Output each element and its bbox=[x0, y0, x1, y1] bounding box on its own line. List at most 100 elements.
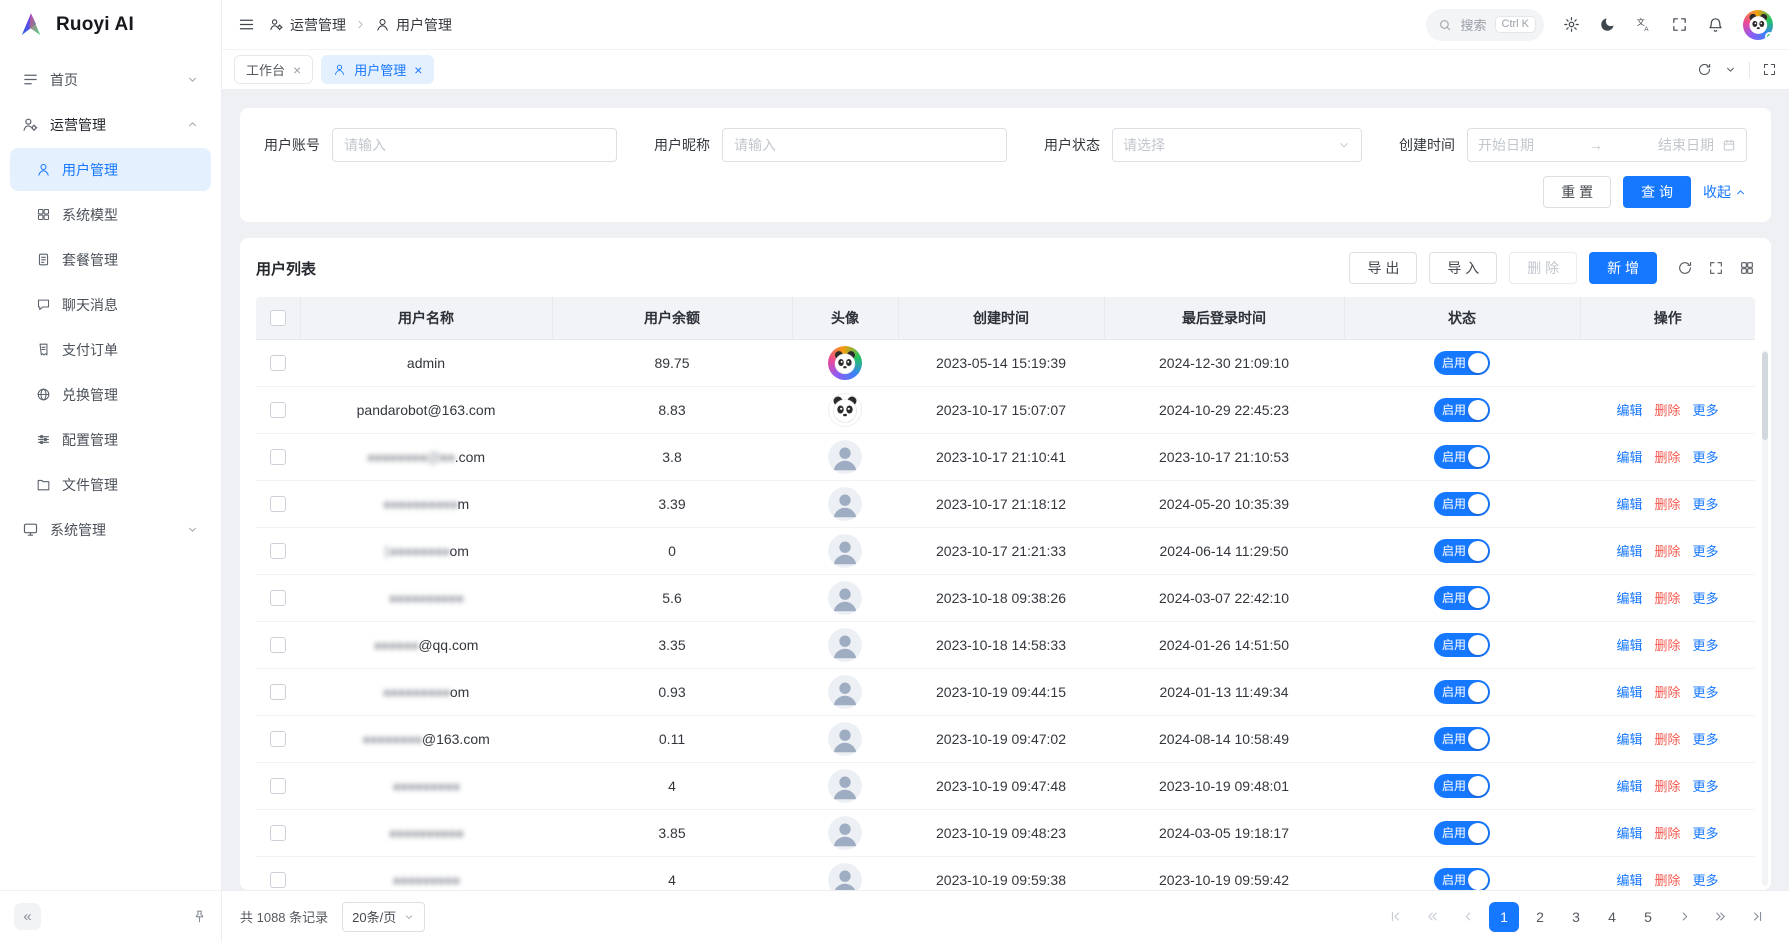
row-checkbox[interactable] bbox=[270, 402, 286, 418]
more-link[interactable]: 更多 bbox=[1693, 450, 1719, 465]
scrollbar-thumb[interactable] bbox=[1762, 352, 1768, 440]
sidebar-item-exchange-management[interactable]: 兑换管理 bbox=[10, 373, 211, 416]
breadcrumb-operations[interactable]: 运营管理 bbox=[269, 15, 346, 35]
import-button[interactable]: 导 入 bbox=[1429, 252, 1497, 284]
pin-icon[interactable] bbox=[192, 909, 207, 924]
sidebar-item-operations[interactable]: 运营管理 bbox=[10, 103, 211, 146]
edit-link[interactable]: 编辑 bbox=[1616, 544, 1642, 559]
status-toggle[interactable]: 启用 bbox=[1434, 586, 1490, 610]
row-checkbox[interactable] bbox=[270, 449, 286, 465]
sidebar-item-system-model[interactable]: 系统模型 bbox=[10, 193, 211, 236]
sidebar-item-system[interactable]: 系统管理 bbox=[10, 508, 211, 551]
dark-mode-moon-icon[interactable] bbox=[1599, 16, 1616, 33]
more-link[interactable]: 更多 bbox=[1693, 497, 1719, 512]
delete-link[interactable]: 删除 bbox=[1654, 544, 1680, 559]
row-checkbox[interactable] bbox=[270, 355, 286, 371]
more-link[interactable]: 更多 bbox=[1693, 591, 1719, 606]
edit-link[interactable]: 编辑 bbox=[1616, 497, 1642, 512]
status-toggle[interactable]: 启用 bbox=[1434, 774, 1490, 798]
delete-link[interactable]: 删除 bbox=[1654, 732, 1680, 747]
sidebar-item-package-management[interactable]: 套餐管理 bbox=[10, 238, 211, 281]
page-button-1[interactable]: 1 bbox=[1489, 902, 1519, 932]
add-button[interactable]: 新 增 bbox=[1589, 252, 1657, 284]
table-scrollbar[interactable] bbox=[1762, 350, 1768, 886]
nickname-input[interactable] bbox=[722, 128, 1007, 162]
edit-link[interactable]: 编辑 bbox=[1616, 450, 1642, 465]
more-link[interactable]: 更多 bbox=[1693, 732, 1719, 747]
more-link[interactable]: 更多 bbox=[1693, 544, 1719, 559]
select-all-checkbox[interactable] bbox=[270, 310, 286, 326]
row-checkbox[interactable] bbox=[270, 872, 286, 888]
tab-user-management[interactable]: 用户管理 × bbox=[321, 55, 434, 84]
delete-link[interactable]: 删除 bbox=[1654, 403, 1680, 418]
more-link[interactable]: 更多 bbox=[1693, 826, 1719, 841]
pagination-next-double-button[interactable] bbox=[1705, 902, 1735, 932]
sidebar-item-user-management[interactable]: 用户管理 bbox=[10, 148, 211, 191]
notifications-bell-icon[interactable] bbox=[1707, 16, 1724, 33]
tab-workbench[interactable]: 工作台 × bbox=[234, 55, 313, 84]
delete-link[interactable]: 删除 bbox=[1654, 591, 1680, 606]
edit-link[interactable]: 编辑 bbox=[1616, 873, 1642, 888]
row-checkbox[interactable] bbox=[270, 543, 286, 559]
page-button-3[interactable]: 3 bbox=[1561, 902, 1591, 932]
delete-link[interactable]: 删除 bbox=[1654, 685, 1680, 700]
sidebar-item-config-management[interactable]: 配置管理 bbox=[10, 418, 211, 461]
status-toggle[interactable]: 启用 bbox=[1434, 868, 1490, 891]
edit-link[interactable]: 编辑 bbox=[1616, 403, 1642, 418]
pagination-next-button[interactable] bbox=[1669, 902, 1699, 932]
sidebar-item-payment-orders[interactable]: 支付订单 bbox=[10, 328, 211, 371]
status-select[interactable]: 请选择 bbox=[1112, 128, 1362, 162]
edit-link[interactable]: 编辑 bbox=[1616, 685, 1642, 700]
status-toggle[interactable]: 启用 bbox=[1434, 539, 1490, 563]
edit-link[interactable]: 编辑 bbox=[1616, 779, 1642, 794]
refresh-icon[interactable] bbox=[1677, 260, 1693, 276]
status-toggle[interactable]: 启用 bbox=[1434, 398, 1490, 422]
collapse-filter-link[interactable]: 收起 bbox=[1703, 182, 1747, 202]
delete-link[interactable]: 删除 bbox=[1654, 826, 1680, 841]
edit-link[interactable]: 编辑 bbox=[1616, 591, 1642, 606]
maximize-icon[interactable] bbox=[1762, 62, 1777, 77]
more-link[interactable]: 更多 bbox=[1693, 779, 1719, 794]
close-icon[interactable]: × bbox=[293, 63, 301, 77]
row-checkbox[interactable] bbox=[270, 637, 286, 653]
status-toggle[interactable]: 启用 bbox=[1434, 821, 1490, 845]
query-button[interactable]: 查 询 bbox=[1623, 176, 1691, 208]
row-checkbox[interactable] bbox=[270, 684, 286, 700]
status-toggle[interactable]: 启用 bbox=[1434, 727, 1490, 751]
export-button[interactable]: 导 出 bbox=[1349, 252, 1417, 284]
sidebar-item-chat-messages[interactable]: 聊天消息 bbox=[10, 283, 211, 326]
row-checkbox[interactable] bbox=[270, 590, 286, 606]
page-size-select[interactable]: 20条/页 bbox=[342, 902, 425, 932]
sidebar-collapse-button[interactable]: « bbox=[14, 903, 41, 930]
status-toggle[interactable]: 启用 bbox=[1434, 492, 1490, 516]
reset-button[interactable]: 重 置 bbox=[1543, 176, 1611, 208]
pagination-prev-button[interactable] bbox=[1453, 902, 1483, 932]
edit-link[interactable]: 编辑 bbox=[1616, 732, 1642, 747]
settings-gear-icon[interactable] bbox=[1563, 16, 1580, 33]
row-checkbox[interactable] bbox=[270, 496, 286, 512]
status-toggle[interactable]: 启用 bbox=[1434, 351, 1490, 375]
more-link[interactable]: 更多 bbox=[1693, 638, 1719, 653]
column-settings-grid-icon[interactable] bbox=[1739, 260, 1755, 276]
more-link[interactable]: 更多 bbox=[1693, 685, 1719, 700]
sidebar-item-home[interactable]: 首页 bbox=[10, 58, 211, 101]
user-avatar[interactable] bbox=[1743, 10, 1773, 40]
fullscreen-icon[interactable] bbox=[1671, 16, 1688, 33]
pagination-prev-double-button[interactable] bbox=[1417, 902, 1447, 932]
edit-link[interactable]: 编辑 bbox=[1616, 826, 1642, 841]
expand-icon[interactable] bbox=[1708, 260, 1724, 276]
delete-button[interactable]: 删 除 bbox=[1509, 252, 1577, 284]
delete-link[interactable]: 删除 bbox=[1654, 450, 1680, 465]
pagination-last-button[interactable] bbox=[1741, 902, 1771, 932]
row-checkbox[interactable] bbox=[270, 778, 286, 794]
row-checkbox[interactable] bbox=[270, 731, 286, 747]
page-button-5[interactable]: 5 bbox=[1633, 902, 1663, 932]
close-icon[interactable]: × bbox=[414, 63, 422, 77]
delete-link[interactable]: 删除 bbox=[1654, 638, 1680, 653]
delete-link[interactable]: 删除 bbox=[1654, 873, 1680, 888]
date-range-picker[interactable]: 开始日期 → 结束日期 bbox=[1467, 128, 1747, 162]
pagination-first-button[interactable] bbox=[1381, 902, 1411, 932]
hamburger-menu-icon[interactable] bbox=[238, 16, 255, 33]
status-toggle[interactable]: 启用 bbox=[1434, 445, 1490, 469]
language-translate-icon[interactable]: 文A bbox=[1635, 16, 1652, 33]
